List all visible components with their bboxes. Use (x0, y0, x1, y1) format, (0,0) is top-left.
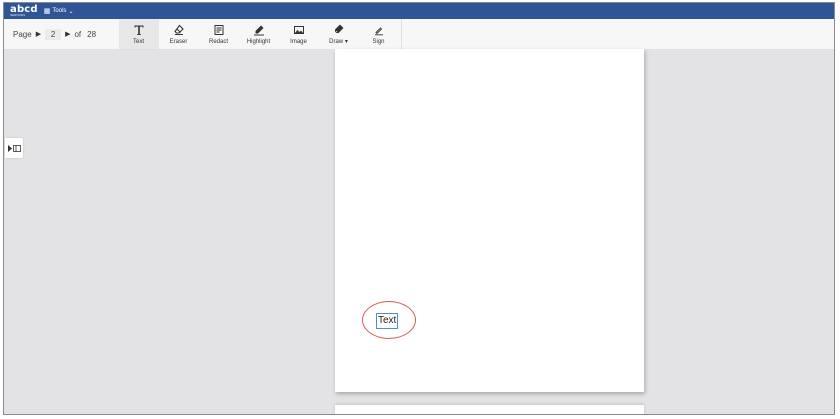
page-number-input[interactable] (45, 28, 62, 40)
redact-tool-button[interactable]: Redact (199, 19, 239, 49)
sign-tool-label: Sign (372, 38, 385, 45)
draw-tool-button[interactable]: Draw ▾ (319, 19, 359, 49)
app-window: abcd SERVICES ▦ Tools ⌄ Page ▶ ▶ of 28 T… (3, 2, 835, 415)
page-of-label: of (74, 29, 82, 39)
redact-icon (213, 24, 225, 36)
caret-down-icon: ▾ (344, 39, 348, 45)
panel-icon (12, 139, 21, 157)
page-navigator: Page ▶ ▶ of 28 (4, 19, 113, 49)
draw-tool-label: Draw (329, 39, 344, 45)
sidebar-toggle[interactable] (5, 138, 23, 158)
eraser-tool-button[interactable]: Eraser (159, 19, 199, 49)
text-tool-button[interactable]: Text (119, 19, 159, 49)
logo-subtext: SERVICES (10, 13, 26, 17)
signature-icon (373, 24, 385, 36)
page-total: 28 (87, 29, 97, 39)
highlighter-icon (253, 24, 265, 36)
toolbar-spacer (401, 19, 834, 49)
next-page-icon[interactable]: ▶ (65, 30, 70, 38)
highlight-tool-button[interactable]: Highlight (239, 19, 279, 49)
expand-arrow-icon (7, 139, 12, 157)
eraser-tool-label: Eraser (169, 38, 188, 45)
pen-icon (333, 23, 345, 35)
highlight-tool-label: Highlight (246, 38, 271, 45)
image-tool-button[interactable]: Image (279, 19, 319, 49)
editor-toolbar: Page ▶ ▶ of 28 Text Eraser Redact (4, 19, 834, 50)
chevron-down-icon: ⌄ (68, 8, 74, 15)
sign-tool-button[interactable]: Sign (359, 19, 399, 49)
highlight-circle (362, 301, 416, 339)
next-document-page[interactable] (335, 405, 644, 414)
eraser-icon (173, 24, 185, 36)
previous-page-icon[interactable]: ▶ (36, 30, 41, 38)
tools-menu-button[interactable]: ▦ Tools ⌄ (44, 7, 74, 15)
redact-tool-label: Redact (208, 38, 228, 45)
draw-tool-label-wrap: Draw ▾ (329, 38, 348, 45)
grid-icon: ▦ (43, 8, 51, 15)
image-tool-label: Image (290, 38, 307, 45)
text-tool-label: Text (132, 38, 144, 45)
brand-logo[interactable]: abcd SERVICES (10, 5, 38, 17)
tools-menu-label: Tools (52, 8, 67, 14)
app-header: abcd SERVICES ▦ Tools ⌄ (4, 3, 834, 19)
image-icon (293, 24, 305, 36)
page-label: Page (13, 29, 32, 39)
document-page[interactable]: Text (335, 49, 644, 392)
text-T-icon (133, 24, 145, 36)
